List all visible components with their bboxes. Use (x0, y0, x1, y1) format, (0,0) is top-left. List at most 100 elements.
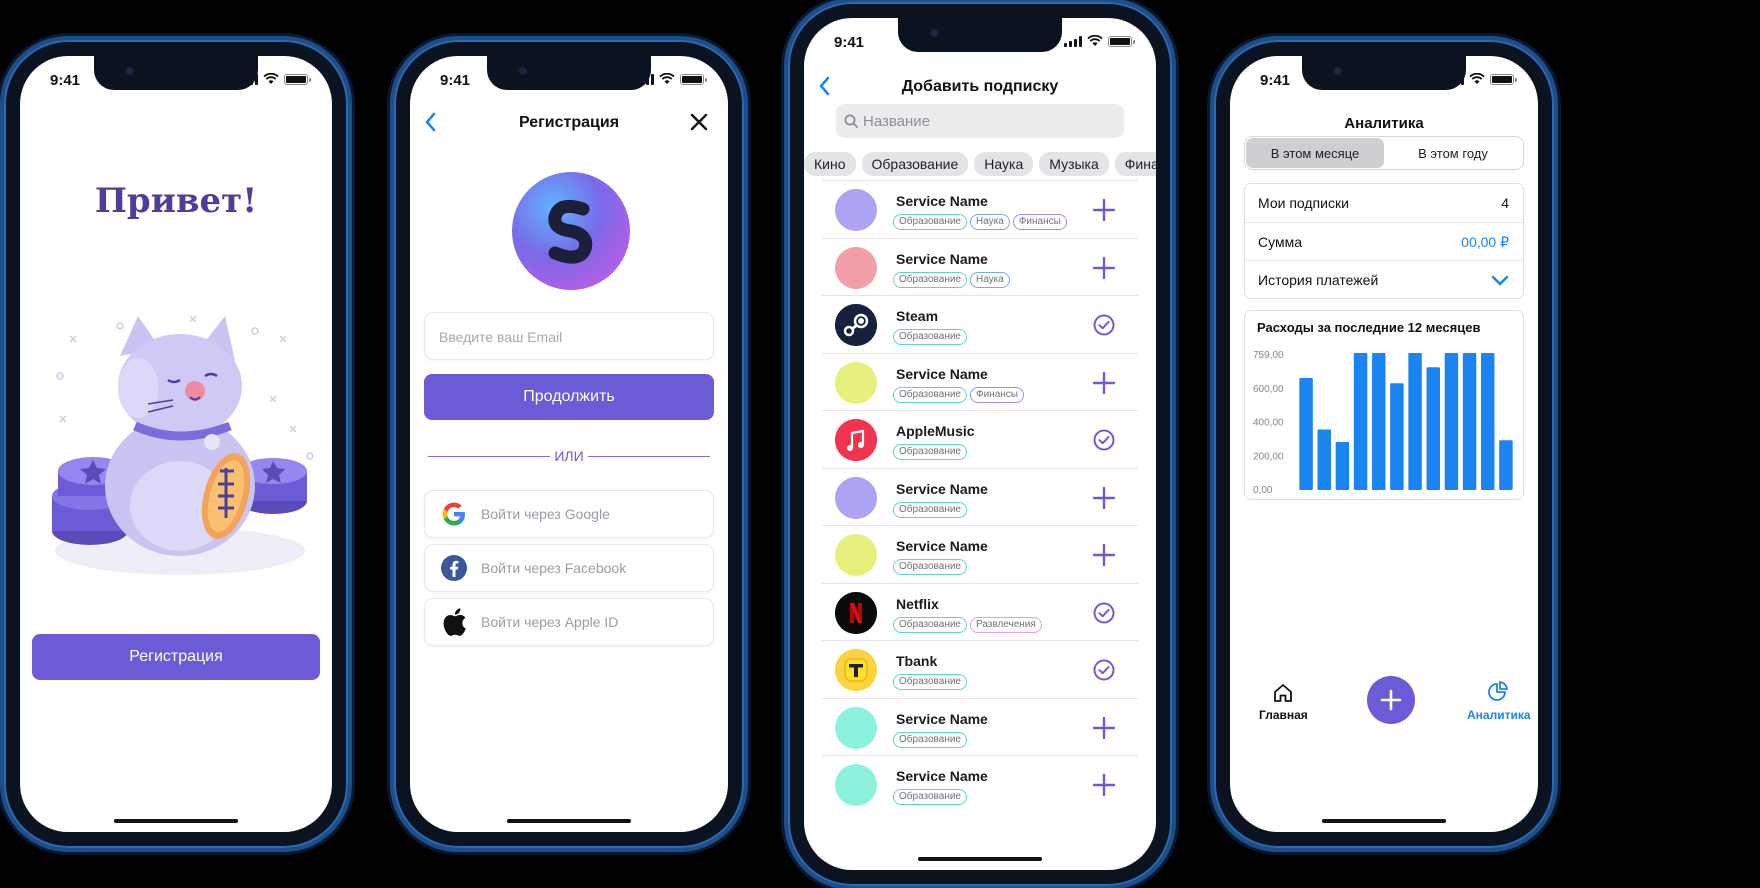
continue-button[interactable]: Продолжить (424, 374, 714, 420)
plus-icon[interactable] (1092, 198, 1116, 222)
category-tag: Образование (893, 386, 967, 403)
plus-icon[interactable] (1092, 486, 1116, 510)
battery-icon (1490, 74, 1517, 85)
home-indicator (918, 857, 1042, 861)
service-avatar (835, 476, 877, 519)
search-input[interactable]: Название (836, 104, 1124, 138)
wifi-icon (263, 73, 279, 84)
tag-list: Образование (893, 789, 967, 805)
subscription-row[interactable]: Netflix Образование Развлечения (822, 582, 1138, 641)
chart-bar (1462, 353, 1477, 490)
subscription-row[interactable]: Service Name Образование (822, 467, 1138, 526)
subscription-row[interactable]: Service Name Образование (822, 755, 1138, 813)
phone-welcome: 9:41 Привет! Регистрация (4, 40, 348, 848)
chip-music[interactable]: Музыка (1039, 152, 1109, 176)
analytics-screen: 9:41 Аналитика В этом месяце В этом году… (1230, 56, 1538, 832)
chart-bar (1499, 440, 1513, 490)
steam-logo-avatar (835, 304, 877, 346)
subscription-name: Service Name (896, 710, 988, 727)
subscription-row[interactable]: Service Name Образование (822, 525, 1138, 583)
or-divider: ИЛИ (428, 448, 710, 464)
signal-icon (1064, 36, 1082, 47)
tag-list: Образование (893, 559, 967, 575)
y-tick-label: 200,00 (1253, 451, 1284, 462)
plus-icon[interactable] (1092, 371, 1116, 395)
segment-this-month[interactable]: В этом месяце (1246, 138, 1384, 168)
add-subscription-title: Добавить подписку (901, 78, 1059, 95)
payment-history-label: История платежей (1258, 272, 1379, 288)
plus-icon (1380, 689, 1402, 711)
expenses-chart-card: Расходы за последние 12 месяцев 759,00 60… (1244, 310, 1524, 500)
chart-bar (1444, 353, 1459, 490)
plus-icon[interactable] (1092, 256, 1116, 280)
subscription-list: Service Name Образование Наука Финансы Servi… (822, 180, 1138, 813)
y-tick-label: 400,00 (1253, 418, 1284, 429)
subscription-row[interactable]: AppleMusic Образование (822, 410, 1138, 468)
category-tag: Наука (969, 271, 1010, 288)
registration-screen: 9:41 Регистрация Введите ваш Email Продо… (410, 56, 728, 832)
chevron-down-icon[interactable] (1491, 274, 1509, 286)
category-tag: Образование (893, 616, 967, 633)
category-tag: Образование (893, 674, 967, 690)
plus-icon[interactable] (1092, 716, 1116, 740)
facebook-login-button[interactable]: Войти через Facebook (424, 544, 714, 592)
chip-finance[interactable]: Финан (1114, 152, 1156, 176)
google-login-label: Войти через Google (481, 506, 610, 522)
category-tag: Образование (893, 731, 967, 748)
app-logo (512, 172, 630, 290)
registration-title: Регистрация (518, 114, 620, 131)
category-tag: Финансы (969, 386, 1024, 403)
chart-title: Расходы за последние 12 месяцев (1257, 320, 1481, 335)
chart-bar (1299, 377, 1313, 490)
checkmark-circle-icon[interactable] (1092, 658, 1116, 682)
apple-music-logo-avatar (835, 419, 877, 461)
subscription-name: Netflix (896, 595, 939, 612)
status-time: 9:41 (50, 72, 81, 89)
plus-icon[interactable] (1092, 543, 1116, 567)
tab-home-label[interactable]: Главная (1259, 708, 1308, 722)
subscription-row[interactable]: Service Name Образование (822, 697, 1138, 756)
checkmark-circle-icon[interactable] (1092, 313, 1116, 337)
category-tag: Образование (893, 444, 967, 460)
service-avatar (835, 361, 877, 404)
subscription-row[interactable]: Service Name Образование Наука (822, 237, 1138, 296)
facebook-login-label: Войти через Facebook (481, 560, 627, 576)
pie-chart-icon[interactable] (1487, 680, 1509, 702)
register-button[interactable]: Регистрация (32, 634, 320, 680)
tag-list: Образование Развлечения (893, 616, 1042, 633)
chip-education[interactable]: Образование (861, 152, 969, 176)
service-avatar (835, 246, 877, 289)
email-placeholder: Введите ваш Email (439, 329, 563, 345)
battery-icon (1108, 36, 1135, 47)
subscription-row[interactable]: Service Name Образование Наука Финансы (822, 180, 1138, 238)
subscription-name: Service Name (896, 193, 988, 209)
home-icon[interactable] (1272, 682, 1294, 704)
checkmark-circle-icon[interactable] (1092, 428, 1116, 452)
category-tag: Образование (893, 789, 967, 805)
subscription-name: AppleMusic (896, 423, 975, 439)
tag-list: Образование (893, 329, 967, 345)
status-time: 9:41 (834, 34, 865, 51)
subscription-row[interactable]: Steam Образование (822, 295, 1138, 353)
facebook-icon (437, 551, 471, 585)
battery-icon (284, 74, 311, 85)
subscription-row[interactable]: Service Name Образование Финансы (822, 352, 1138, 411)
sum-value: 00,00 ₽ (1461, 234, 1509, 250)
my-subscriptions-row[interactable]: Мои подписки 4 (1245, 184, 1523, 222)
close-icon[interactable] (690, 113, 708, 131)
add-subscription-fab[interactable] (1367, 676, 1415, 724)
plus-icon[interactable] (1092, 773, 1116, 797)
subscription-row[interactable]: Tbank Образование (822, 640, 1138, 698)
notch (1302, 56, 1466, 90)
sum-row[interactable]: Сумма 00,00 ₽ (1245, 222, 1523, 260)
tab-analytics-label[interactable]: Аналитика (1467, 708, 1531, 722)
apple-login-button[interactable]: Войти через Apple ID (424, 598, 714, 646)
my-subscriptions-value: 4 (1501, 195, 1509, 211)
segment-this-year[interactable]: В этом году (1384, 138, 1522, 168)
email-field[interactable]: Введите ваш Email (424, 312, 714, 360)
checkmark-circle-icon[interactable] (1092, 601, 1116, 625)
chip-science[interactable]: Наука (974, 152, 1034, 176)
payment-history-row[interactable]: История платежей (1245, 260, 1523, 298)
chip-kino[interactable]: Кино (804, 152, 856, 176)
google-login-button[interactable]: Войти через Google (424, 490, 714, 538)
